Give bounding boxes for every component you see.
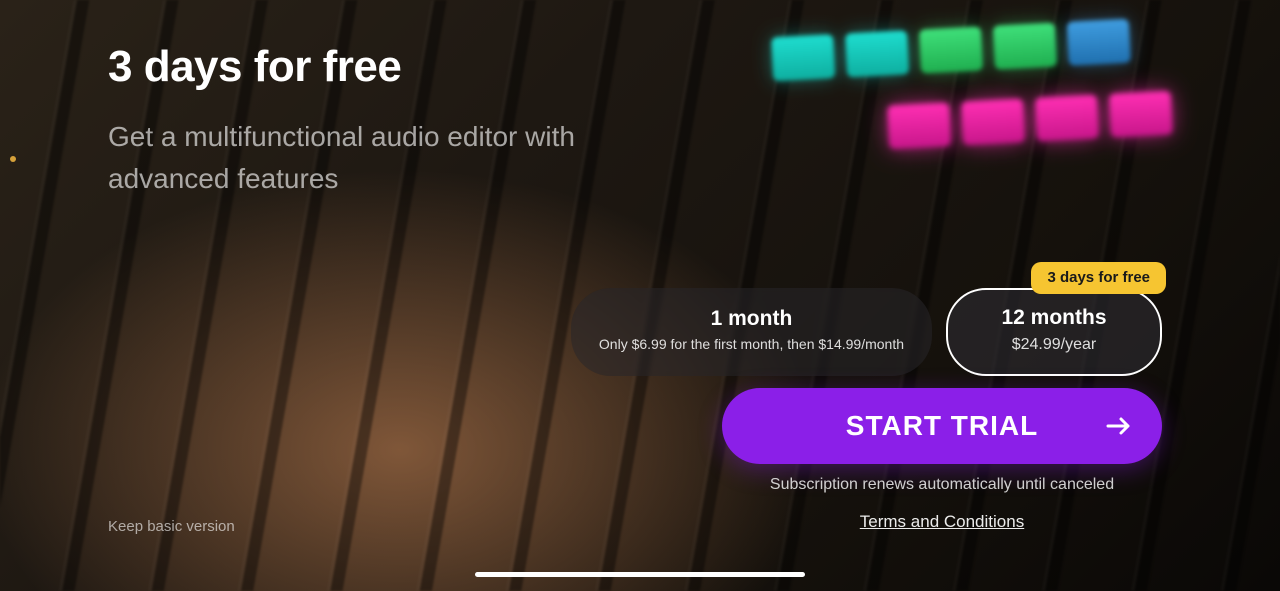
home-indicator[interactable] [475, 572, 805, 577]
keep-basic-version-link[interactable]: Keep basic version [108, 518, 235, 535]
plan-title: 1 month [599, 307, 904, 331]
plan-price: Only $6.99 for the first month, then $14… [599, 335, 904, 355]
start-trial-button[interactable]: START TRIAL [722, 388, 1162, 464]
plan-title: 12 months [976, 306, 1132, 330]
arrow-right-icon [1106, 416, 1132, 436]
cta-label: START TRIAL [846, 410, 1038, 442]
plan-options: 1 month Only $6.99 for the first month, … [571, 288, 1162, 376]
plan-price: $24.99/year [976, 334, 1132, 356]
page-headline: 3 days for free [108, 42, 401, 92]
plan-option-1-month[interactable]: 1 month Only $6.99 for the first month, … [571, 288, 932, 376]
terms-link[interactable]: Terms and Conditions [722, 512, 1162, 532]
free-trial-badge: 3 days for free [1031, 262, 1166, 294]
renewal-note: Subscription renews automatically until … [722, 476, 1162, 494]
page-subheadline: Get a multifunctional audio editor with … [108, 116, 628, 200]
plan-option-12-months[interactable]: 3 days for free 12 months $24.99/year [946, 288, 1162, 376]
